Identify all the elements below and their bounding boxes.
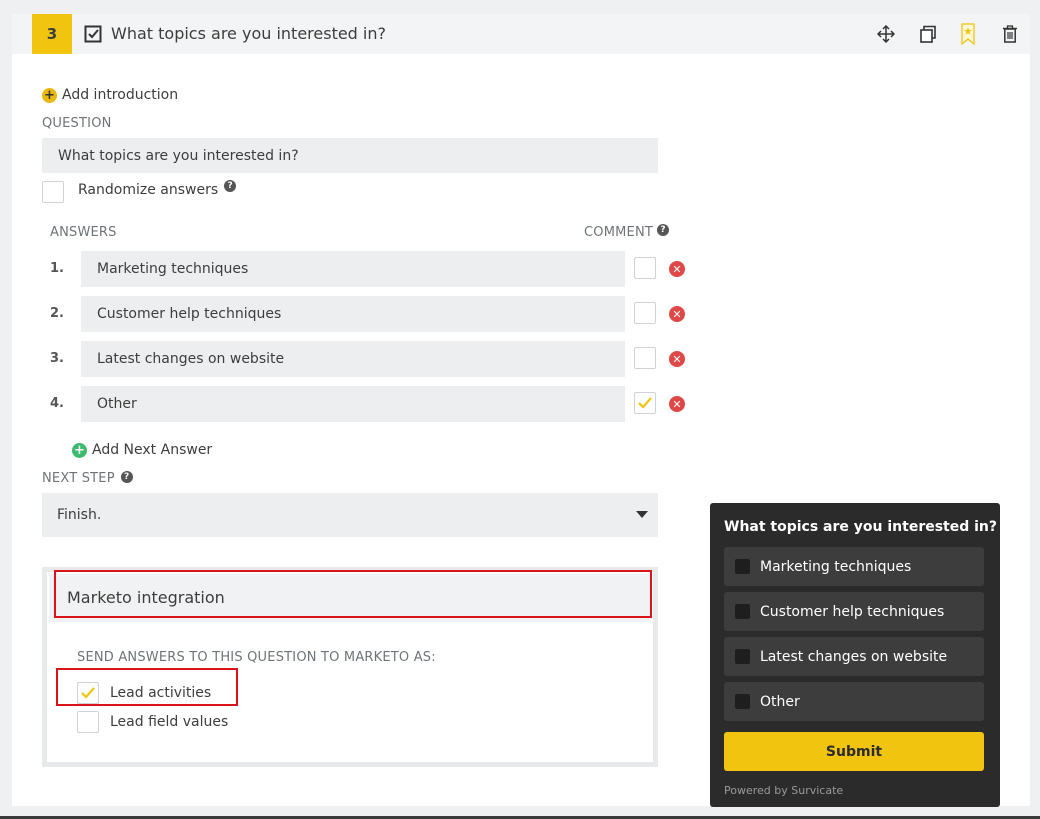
- add-introduction-link[interactable]: + Add introduction: [42, 87, 178, 103]
- randomize-row: Randomize answers ?: [78, 180, 237, 198]
- answer-input-value: Latest changes on website: [97, 351, 285, 367]
- preview-question-title: What topics are you interested in?: [724, 519, 998, 535]
- marketo-send-label: SEND ANSWERS TO THIS QUESTION TO MARKETO…: [77, 650, 436, 665]
- comment-checkbox[interactable]: [634, 257, 656, 279]
- preview-option[interactable]: Other: [724, 682, 984, 721]
- preview-option-label: Customer help techniques: [760, 603, 945, 620]
- answer-number: 1.: [50, 261, 64, 276]
- bookmark-button[interactable]: [958, 23, 978, 45]
- next-step-select[interactable]: Finish.: [42, 493, 658, 537]
- answers-label: ANSWERS: [50, 225, 117, 240]
- preview-option[interactable]: Customer help techniques: [724, 592, 984, 631]
- question-header-title: What topics are you interested in?: [111, 24, 386, 43]
- comment-label: COMMENT: [584, 225, 654, 240]
- preview-option-checkbox[interactable]: [735, 649, 750, 664]
- preview-option[interactable]: Marketing techniques: [724, 547, 984, 586]
- duplicate-button[interactable]: [918, 24, 938, 44]
- remove-answer-icon[interactable]: ✕: [669, 351, 685, 367]
- preview-option-checkbox[interactable]: [735, 604, 750, 619]
- question-header: 3 What topics are you interested in?: [12, 14, 1030, 54]
- answer-input[interactable]: Other: [81, 386, 625, 422]
- preview-option-checkbox[interactable]: [735, 694, 750, 709]
- add-next-answer-link[interactable]: + Add Next Answer: [72, 442, 212, 458]
- checkbox-question-type-icon: [84, 25, 102, 43]
- caret-down-icon: [636, 511, 648, 518]
- lead-field-values-label: Lead field values: [110, 714, 229, 730]
- question-input[interactable]: What topics are you interested in?: [42, 138, 658, 173]
- answer-input-value: Marketing techniques: [97, 261, 249, 277]
- add-next-answer-label: Add Next Answer: [92, 442, 213, 458]
- preview-option[interactable]: Latest changes on website: [724, 637, 984, 676]
- help-icon[interactable]: ?: [224, 180, 237, 192]
- answer-input[interactable]: Customer help techniques: [81, 296, 625, 332]
- answer-number: 2.: [50, 306, 64, 321]
- bookmark-star-icon: [961, 23, 975, 45]
- answer-number: 3.: [50, 351, 64, 366]
- randomize-label: Randomize answers: [78, 182, 219, 198]
- comment-checkbox-checked[interactable]: [634, 392, 656, 414]
- move-icon: [877, 25, 895, 43]
- checkmark-icon: [638, 397, 652, 409]
- question-label: QUESTION: [42, 116, 112, 131]
- highlight-marketo-title: [54, 570, 652, 618]
- highlight-lead-activities: [56, 668, 238, 706]
- answer-input-value: Customer help techniques: [97, 306, 282, 322]
- question-input-value: What topics are you interested in?: [58, 147, 299, 164]
- next-step-header: NEXT STEP ?: [42, 470, 133, 486]
- add-introduction-label: Add introduction: [62, 87, 179, 103]
- next-step-label: NEXT STEP: [42, 471, 115, 486]
- question-number-badge: 3: [32, 14, 72, 54]
- plus-circle-icon: +: [72, 442, 87, 458]
- preview-submit-button[interactable]: Submit: [724, 732, 984, 771]
- delete-question-button[interactable]: [1000, 24, 1020, 44]
- survey-preview-widget: What topics are you interested in? Marke…: [710, 503, 1000, 807]
- powered-by-label: Powered by Survicate: [724, 784, 844, 797]
- remove-answer-icon[interactable]: ✕: [669, 261, 685, 277]
- lead-field-values-checkbox[interactable]: [77, 711, 99, 733]
- randomize-checkbox[interactable]: [42, 181, 64, 203]
- preview-option-label: Marketing techniques: [760, 558, 912, 575]
- comment-checkbox[interactable]: [634, 347, 656, 369]
- remove-answer-icon[interactable]: ✕: [669, 396, 685, 412]
- answer-input[interactable]: Marketing techniques: [81, 251, 625, 287]
- comment-checkbox[interactable]: [634, 302, 656, 324]
- help-icon[interactable]: ?: [120, 470, 133, 483]
- trash-icon: [1003, 25, 1017, 43]
- question-card: 3 What topics are you interested in? + A…: [12, 14, 1030, 807]
- copy-icon: [920, 25, 936, 43]
- answer-input[interactable]: Latest changes on website: [81, 341, 625, 377]
- comment-header: COMMENT ?: [584, 223, 670, 240]
- move-button[interactable]: [876, 24, 896, 44]
- preview-option-label: Other: [760, 693, 800, 710]
- help-icon[interactable]: ?: [657, 223, 670, 236]
- preview-option-checkbox[interactable]: [735, 559, 750, 574]
- answer-input-value: Other: [97, 396, 137, 412]
- plus-circle-icon: +: [42, 87, 57, 103]
- remove-answer-icon[interactable]: ✕: [669, 306, 685, 322]
- preview-option-label: Latest changes on website: [760, 648, 948, 665]
- next-step-value: Finish.: [57, 507, 102, 523]
- answer-number: 4.: [50, 396, 64, 411]
